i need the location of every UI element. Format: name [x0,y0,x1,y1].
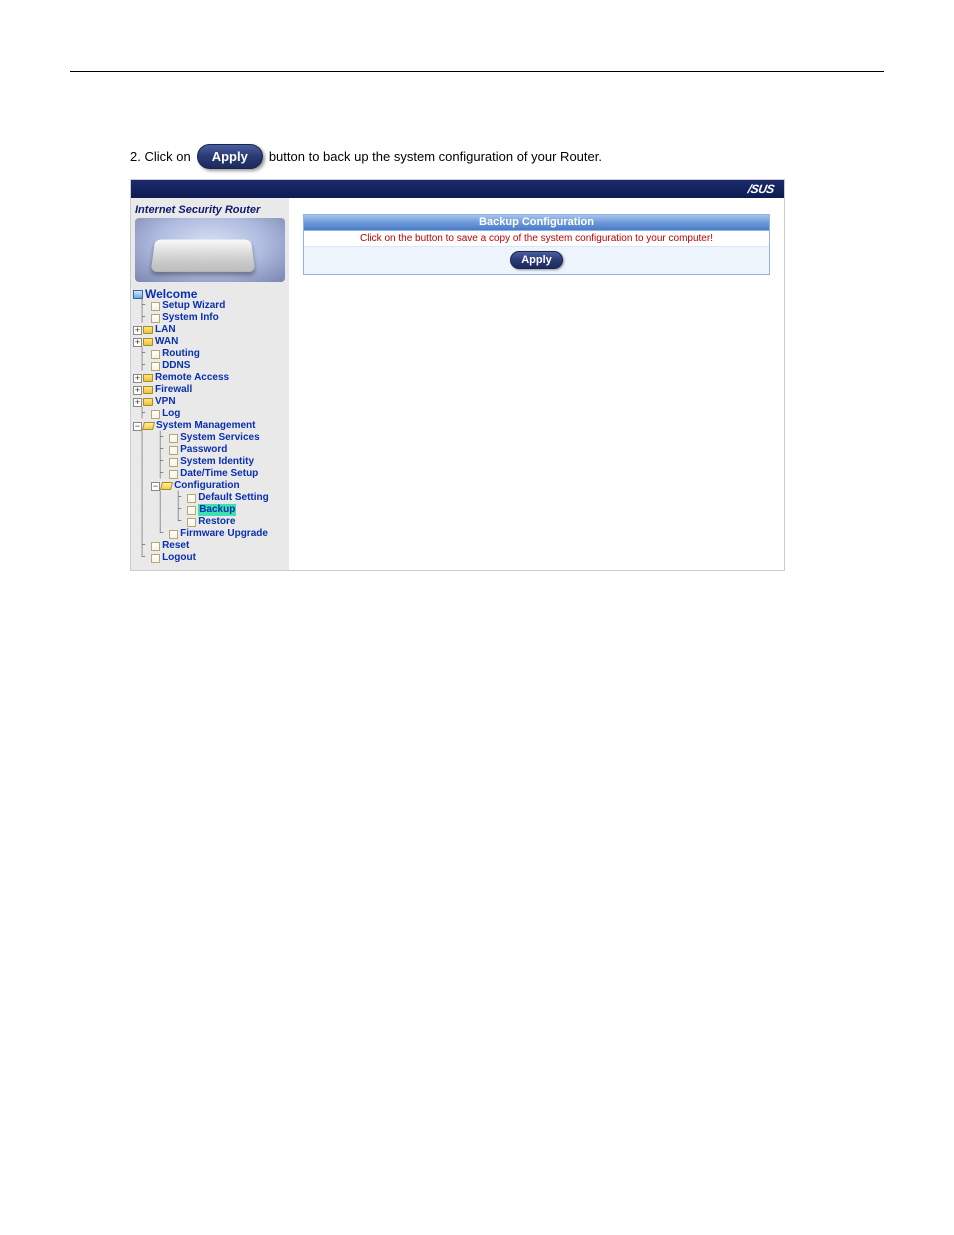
tree-item-backup[interactable]: │ │ ├ Backup [133,504,287,516]
page-icon [151,314,160,323]
tree-item-log[interactable]: ├ Log [133,408,287,420]
tree-item-datetime[interactable]: │ ├ Date/Time Setup [133,468,287,480]
tree-item-ddns[interactable]: ├ DDNS [133,360,287,372]
tree-item-remote-access[interactable]: + Remote Access [133,372,287,384]
tree-item-wan[interactable]: + WAN [133,336,287,348]
device-image [135,218,285,282]
top-bar: /SUS [131,180,784,198]
tree-item-system-info[interactable]: ├ System Info [133,312,287,324]
tree-item-vpn[interactable]: + VPN [133,396,287,408]
product-title: Internet Security Router [133,202,287,216]
step2-suffix: button to back up the system configurati… [269,149,602,164]
tree-root-label: Welcome [145,288,197,300]
tree-item-logout[interactable]: └ Logout [133,552,287,564]
tree-item-reset[interactable]: ├ Reset [133,540,287,552]
tree-item-password[interactable]: │ ├ Password [133,444,287,456]
collapse-icon[interactable]: − [151,482,160,491]
tree-item-firmware[interactable]: │ └ Firmware Upgrade [133,528,287,540]
step-2: 2. Click on Apply button to back up the … [130,144,824,169]
page-icon [187,506,196,515]
folder-open-icon [160,482,173,490]
page-icon [169,458,178,467]
folder-open-icon [142,422,155,430]
page-icon [187,518,196,527]
nav-tree: Welcome ├ Setup Wizard ├ System Info + [133,288,287,564]
folder-icon [143,338,153,346]
brand-logo: /SUS [747,182,775,196]
tree-item-default-setting[interactable]: │ │ ├ Default Setting [133,492,287,504]
page-icon [169,530,178,539]
panel-action-row: Apply [304,247,769,274]
sidebar: Internet Security Router Welcome ├ Setup… [131,198,289,570]
apply-button-illustration: Apply [197,144,263,169]
tree-item-system-identity[interactable]: │ ├ System Identity [133,456,287,468]
document-body: 2. Click on Apply button to back up the … [70,72,884,571]
page-icon [151,410,160,419]
folder-icon [143,398,153,406]
tree-item-configuration[interactable]: │ − Configuration [133,480,287,492]
page-icon [151,350,160,359]
tree-item-system-management[interactable]: − System Management [133,420,287,432]
page-icon [151,362,160,371]
tree-item-restore[interactable]: │ │ └ Restore [133,516,287,528]
page-icon [151,302,160,311]
page-icon [187,494,196,503]
backup-panel: Backup Configuration Click on the button… [303,214,770,275]
panel-instruction: Click on the button to save a copy of th… [304,231,769,247]
expand-icon[interactable]: + [133,326,142,335]
computer-icon [133,290,143,299]
expand-icon[interactable]: + [133,386,142,395]
page-icon [151,542,160,551]
content-area: Backup Configuration Click on the button… [289,198,784,570]
page-icon [169,434,178,443]
step2-prefix: 2. Click on [130,149,191,164]
tree-root[interactable]: Welcome [133,288,287,300]
page-icon [169,470,178,479]
expand-icon[interactable]: + [133,338,142,347]
folder-icon [143,386,153,394]
router-screenshot: /SUS Internet Security Router Welcome ├ … [130,179,785,571]
tree-item-setup-wizard[interactable]: ├ Setup Wizard [133,300,287,312]
panel-title: Backup Configuration [304,215,769,231]
collapse-icon[interactable]: − [133,422,142,431]
tree-item-routing[interactable]: ├ Routing [133,348,287,360]
tree-item-lan[interactable]: + LAN [133,324,287,336]
folder-icon [143,374,153,382]
page-icon [169,446,178,455]
expand-icon[interactable]: + [133,374,142,383]
tree-item-system-services[interactable]: │ ├ System Services [133,432,287,444]
folder-icon [143,326,153,334]
tree-item-firewall[interactable]: + Firewall [133,384,287,396]
apply-button[interactable]: Apply [510,251,563,269]
expand-icon[interactable]: + [133,398,142,407]
page-header [70,50,884,72]
page-icon [151,554,160,563]
